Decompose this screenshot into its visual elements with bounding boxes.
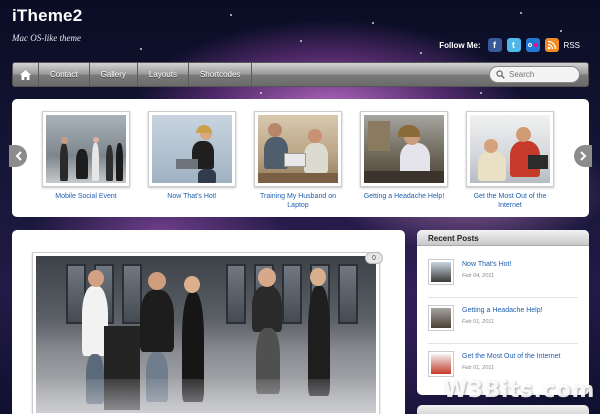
nav-item-contact[interactable]: Contact: [39, 63, 90, 86]
carousel-item[interactable]: Training My Husband on Laptop: [254, 111, 342, 210]
carousel-caption[interactable]: Get the Most Out of the Internet: [466, 192, 554, 210]
star: [560, 30, 562, 32]
carousel-next-button[interactable]: [574, 145, 592, 167]
recent-post-item[interactable]: Get the Most Out of the Internet Feb 01,…: [428, 351, 578, 377]
site-title[interactable]: iTheme2: [12, 6, 82, 26]
sidebar-next-widget: [417, 405, 589, 414]
carousel-caption[interactable]: Mobile Social Event: [42, 192, 130, 201]
recent-post-thumbnail[interactable]: [428, 259, 454, 285]
follow-label: Follow Me:: [439, 40, 481, 50]
recent-post-date: Feb 01, 2011: [462, 365, 495, 371]
recent-post-date: Feb 04, 2011: [462, 273, 495, 279]
nav-item-gallery[interactable]: Gallery: [90, 63, 138, 86]
star: [300, 40, 302, 42]
recent-post-thumbnail[interactable]: [428, 351, 454, 377]
carousel-caption[interactable]: Training My Husband on Laptop: [254, 192, 342, 210]
sidebar-heading: Recent Posts: [417, 230, 589, 246]
recent-post-date: Feb 01, 2011: [462, 319, 495, 325]
watermark: W3Bits.com: [443, 378, 595, 403]
star: [230, 14, 232, 16]
chevron-right-icon: [579, 151, 586, 161]
rss-label[interactable]: RSS: [564, 41, 580, 50]
carousel-item[interactable]: Getting a Headache Help!: [360, 111, 448, 210]
carousel-caption[interactable]: Now That's Hot!: [148, 192, 236, 201]
divider: [428, 297, 578, 298]
home-icon: [20, 69, 31, 80]
carousel-thumbnail[interactable]: [360, 111, 448, 187]
recent-post-thumbnail[interactable]: [428, 305, 454, 331]
recent-post-title[interactable]: Getting a Headache Help!: [462, 307, 543, 314]
recent-post-title[interactable]: Get the Most Out of the Internet: [462, 353, 560, 360]
comment-count-badge[interactable]: 0: [365, 252, 383, 264]
twitter-icon[interactable]: t: [506, 38, 521, 52]
star: [140, 48, 142, 50]
star: [260, 92, 262, 94]
featured-carousel: Mobile Social Event Now That's Hot! Trai…: [9, 99, 592, 217]
nav-item-layouts[interactable]: Layouts: [138, 63, 189, 86]
carousel-thumbnail[interactable]: [254, 111, 342, 187]
rss-icon[interactable]: [544, 38, 559, 52]
star: [520, 12, 522, 14]
main-content: 0: [12, 230, 405, 414]
site-tagline: Mac OS-like theme: [12, 33, 81, 43]
search-input[interactable]: [509, 70, 579, 79]
sidebar-recent-posts: Recent Posts Now That's Hot! Feb 04, 201…: [417, 230, 589, 395]
recent-post-item[interactable]: Getting a Headache Help! Feb 01, 2011: [428, 305, 578, 331]
home-button[interactable]: [13, 63, 39, 86]
main-nav: Contact Gallery Layouts Shortcodes: [12, 62, 589, 87]
recent-post-item[interactable]: Now That's Hot! Feb 04, 2011: [428, 259, 578, 285]
carousel-thumbnail[interactable]: [148, 111, 236, 187]
chevron-left-icon: [15, 151, 22, 161]
star: [420, 52, 422, 54]
post-featured-image[interactable]: [32, 252, 380, 414]
facebook-icon[interactable]: f: [487, 38, 502, 52]
search-icon: [496, 70, 505, 79]
carousel-item[interactable]: Mobile Social Event: [42, 111, 130, 210]
nav-item-shortcodes[interactable]: Shortcodes: [189, 63, 253, 86]
carousel-prev-button[interactable]: [9, 145, 27, 167]
carousel-item[interactable]: Get the Most Out of the Internet: [466, 111, 554, 210]
star: [372, 22, 374, 24]
recent-post-title[interactable]: Now That's Hot!: [462, 261, 511, 268]
social-follow-bar: Follow Me: f t RSS: [439, 38, 580, 52]
search-box[interactable]: [489, 66, 580, 83]
carousel-caption[interactable]: Getting a Headache Help!: [360, 192, 448, 201]
flickr-icon[interactable]: [525, 38, 540, 52]
carousel-thumbnail[interactable]: [42, 111, 130, 187]
carousel-item[interactable]: Now That's Hot!: [148, 111, 236, 210]
divider: [428, 343, 578, 344]
star: [480, 92, 482, 94]
carousel-thumbnail[interactable]: [466, 111, 554, 187]
